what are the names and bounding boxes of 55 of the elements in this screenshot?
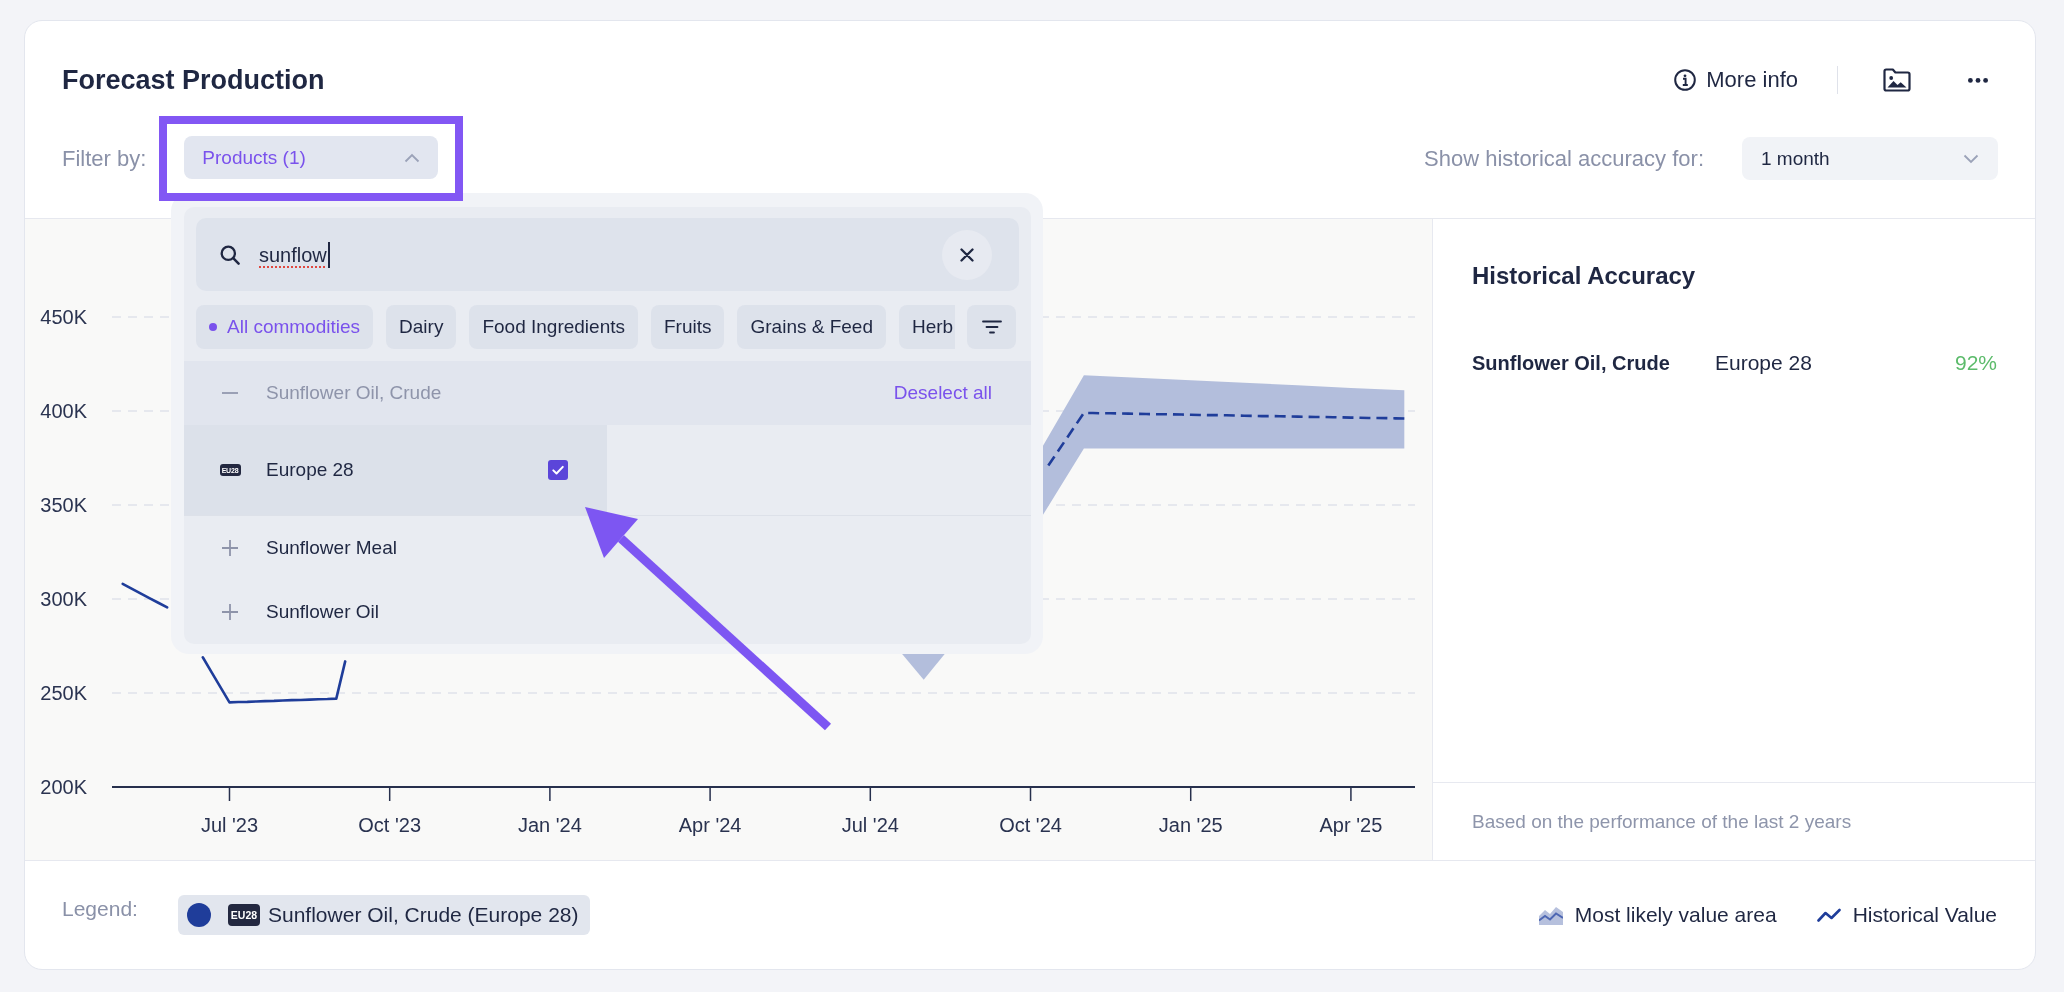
more-options-icon[interactable]	[1968, 77, 1988, 83]
checkbox[interactable]	[548, 460, 568, 480]
legend-label: Legend:	[62, 897, 139, 921]
filter-chip[interactable]: Food Ingredients	[469, 305, 638, 349]
filter-chip[interactable]: Dairy	[386, 305, 457, 349]
legend-text: Sunflower Oil, Crude (Europe 28)	[268, 903, 579, 927]
dot-icon	[209, 323, 217, 331]
panel-title: Historical Accuracy	[1472, 262, 1697, 290]
period-select[interactable]: 1 month	[1742, 137, 1998, 180]
y-axis-label: 300K	[40, 588, 87, 610]
card-title: Forecast Production	[62, 64, 325, 97]
area-chart-icon	[1538, 905, 1563, 925]
filter-chip[interactable]: All commodities	[196, 305, 374, 349]
filter-chip[interactable]: Herb	[899, 305, 955, 349]
x-axis-label: Apr '25	[1319, 814, 1383, 836]
legend-text: Most likely value area	[1574, 903, 1777, 927]
x-axis-label: Jul '23	[200, 814, 259, 836]
x-axis-label: Jul '24	[841, 814, 899, 836]
y-axis-label: 400K	[40, 400, 87, 422]
filter-button[interactable]	[967, 305, 1016, 349]
accuracy-value: 92%	[1954, 350, 1997, 376]
search-icon	[220, 244, 240, 265]
region-badge: EU28	[228, 904, 260, 926]
x-axis-label: Jan '25	[1158, 814, 1223, 836]
x-axis-label: Jan '24	[517, 814, 582, 836]
info-icon	[1674, 69, 1697, 91]
x-axis-label: Oct '24	[999, 814, 1062, 836]
clear-button[interactable]	[942, 229, 992, 280]
group-label: Sunflower Oil, Crude	[266, 382, 442, 404]
filter-icon	[981, 320, 1002, 334]
chevron-up-icon	[404, 152, 421, 163]
deselect-all-link[interactable]: Deselect all	[893, 382, 992, 404]
region-name: Europe 28	[1715, 350, 1813, 376]
filter-label: Filter by:	[62, 145, 147, 172]
more-info-button[interactable]: More info	[1674, 60, 1798, 100]
y-axis-label: 350K	[40, 494, 87, 516]
accuracy-period-label: Show historical accuracy for:	[1424, 145, 1704, 172]
legend-text: Historical Value	[1852, 903, 1997, 927]
line-chart-icon	[1816, 908, 1841, 922]
list-item[interactable]: Sunflower Meal	[184, 516, 1031, 580]
list-item[interactable]: Sunflower Oil	[184, 580, 1031, 644]
y-axis-label: 450K	[40, 306, 87, 328]
chevron-down-icon	[1963, 153, 1979, 164]
filter-chip[interactable]: Fruits	[651, 305, 725, 349]
x-axis-label: Oct '23	[358, 814, 422, 836]
filter-chip[interactable]: Grains & Feed	[737, 305, 886, 349]
footnote: Based on the performance of the last 2 years	[1472, 810, 1852, 833]
x-axis-label: Apr '24	[678, 814, 742, 836]
image-folder-icon[interactable]	[1883, 68, 1911, 92]
y-axis-label: 200K	[40, 776, 87, 798]
close-icon	[960, 247, 974, 262]
products-dropdown[interactable]: Products (1)	[184, 136, 439, 179]
y-axis-label: 250K	[40, 682, 87, 704]
product-name: Sunflower Oil, Crude	[1472, 351, 1671, 376]
search-field[interactable]: sunflow	[196, 218, 1019, 291]
